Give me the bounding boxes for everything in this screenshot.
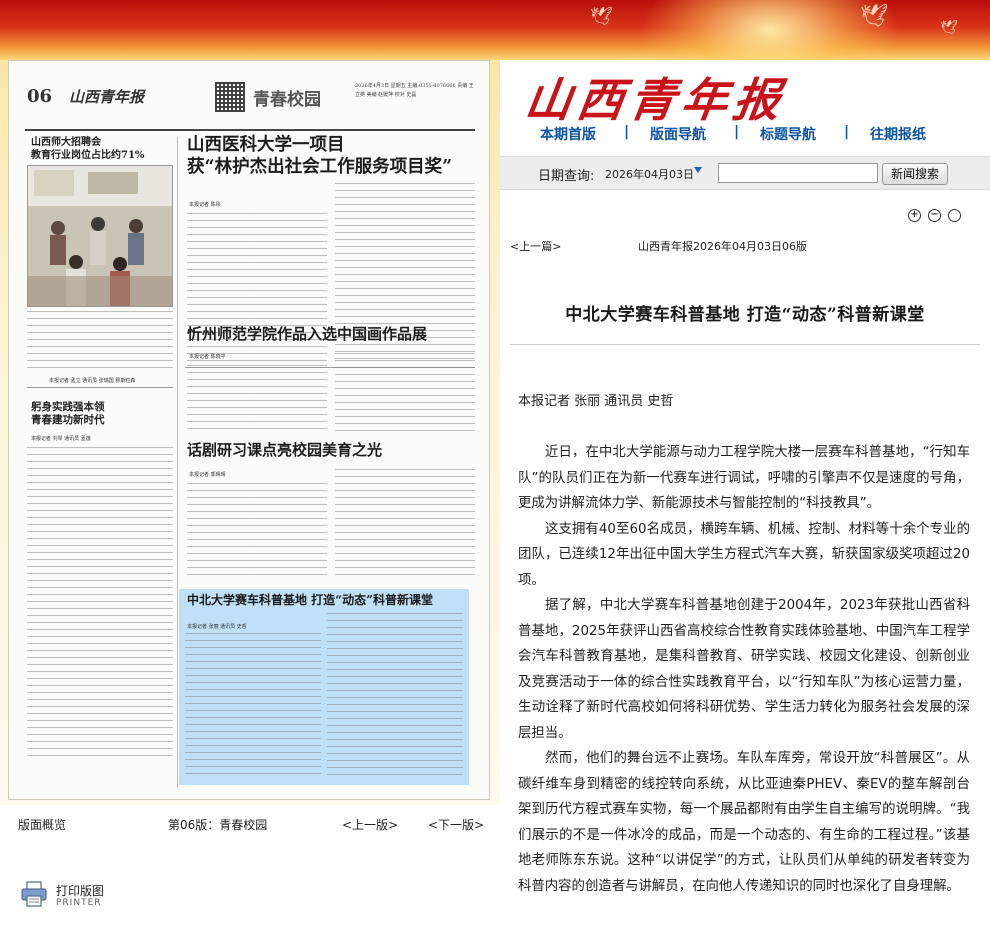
article-paragraph: 据了解，中北大学赛车科普基地创建于2004年，2023年获批山西省科普基地，20… [518, 598, 970, 741]
paper-photo-job-fair [27, 165, 173, 307]
nav-page-navigation[interactable]: 版面导航 [650, 124, 706, 144]
paper-headline-a3[interactable]: 躬身实践强本领 青春建功新时代 [31, 401, 171, 427]
article-nav: <上一篇> 山西青年报2026年04月03日06版 [500, 238, 990, 256]
paper-headline-a5[interactable]: 话剧研习课点亮校园美育之光 [187, 441, 477, 460]
divider [177, 137, 178, 787]
news-search-button[interactable]: 新闻搜索 [882, 163, 948, 185]
zoom-controls: + − [908, 209, 968, 225]
paper-byline-a3: 本报记者 刘琴 通讯员 孟莲 [31, 436, 91, 442]
qr-code-icon [215, 82, 245, 112]
zoom-in-icon[interactable]: + [908, 209, 921, 222]
paper-photo-byline: 本报记者 孟立 通讯员 张瑞国 穆斯粒森 [49, 378, 136, 384]
article-paragraph: 然而，他们的舞台远不止赛场。车队车库旁，常设开放“科普展区”。从碳纤维车身到精密… [518, 751, 970, 894]
paper-headline-a2[interactable]: 山西医科大学一项目 获“林护杰出社会工作服务项目奖” [187, 135, 477, 179]
zoom-reset-icon[interactable] [948, 209, 961, 222]
article-source-info: 山西青年报2026年04月03日06版 [638, 240, 807, 253]
date-selector[interactable]: 2026年04月03日 [605, 166, 694, 182]
paper-text-a6b [327, 613, 463, 779]
print-sublabel: PRINTER [56, 898, 102, 908]
paper-byline-a5: 本报记者 郭晴晴 [189, 472, 226, 478]
print-label: 打印版图 [56, 884, 105, 898]
paper-masthead: 06 山西青年报 青春校园 2026年4月3日 星期五 主编:0351-4076… [25, 81, 475, 131]
paper-text-a5b [335, 469, 475, 581]
paper-page-nav: 版面概览 第06版：青春校园 <上一版> <下一版> [8, 808, 490, 838]
printer-icon [21, 881, 47, 907]
paper-dateline: 2026年4月3日 星期五 主编:0351-4076666 责编 王立英 美编 … [355, 83, 474, 98]
news-search-input[interactable] [718, 163, 878, 183]
next-page-link[interactable]: <下一版> [428, 816, 484, 833]
paper-byline-a6: 本报记者 张丽 通讯员 史哲 [187, 624, 247, 630]
top-banner: 🕊 🕊 🕊 [0, 0, 990, 60]
paper-headline-a1[interactable]: 山西师大招聘会 教育行业岗位占比约71% [31, 137, 171, 162]
paper-headline-a4[interactable]: 忻州师范学院作品入选中国画作品展 [187, 325, 477, 344]
divider [27, 387, 173, 388]
paper-section-title: 青春校园 [253, 90, 321, 110]
page-overview-link[interactable]: 版面概览 [18, 816, 66, 833]
paper-text-a3 [27, 447, 173, 757]
article-byline: 本报记者 张丽 通讯员 史哲 [518, 394, 674, 409]
main-nav: 本期首版 | 版面导航 | 标题导航 | 往期报纸 [500, 120, 990, 150]
nav-separator: | [624, 124, 630, 140]
prev-page-link[interactable]: <上一版> [342, 816, 398, 833]
paper-text-a4 [187, 365, 327, 433]
nav-current-front-page[interactable]: 本期首版 [540, 124, 596, 144]
date-search-bar: 日期查询: 2026年04月03日 新闻搜索 [500, 156, 990, 190]
paper-page-number: 06 [27, 86, 53, 107]
paper-text-a5 [187, 483, 327, 581]
newspaper-page-image[interactable]: 06 山西青年报 青春校园 2026年4月3日 星期五 主编:0351-4076… [8, 60, 490, 800]
dove-icon: 🕊 [860, 4, 888, 29]
paper-text-a1 [27, 311, 173, 373]
paper-text-a6 [185, 633, 321, 779]
article-body: 近日，在中北大学能源与动力工程学院大楼一层赛车科普基地，“行知车队”的队员们正在… [518, 440, 970, 945]
nav-separator: | [844, 124, 850, 140]
nav-title-navigation[interactable]: 标题导航 [760, 124, 816, 144]
print-page-button[interactable]: 打印版图 PRINTER [18, 876, 158, 916]
divider [510, 344, 980, 345]
paper-byline-a2: 本报记者 陈彤 [189, 202, 221, 208]
paper-headline-a6[interactable]: 中北大学赛车科普基地 打造“动态”科普新课堂 [187, 593, 467, 608]
date-query-label: 日期查询: [538, 169, 595, 184]
article-title: 中北大学赛车科普基地 打造“动态”科普新课堂 [565, 305, 925, 325]
chevron-down-icon[interactable] [694, 167, 702, 173]
highlighted-article-region[interactable]: 中北大学赛车科普基地 打造“动态”科普新课堂 本报记者 张丽 通讯员 史哲 [179, 589, 469, 785]
article-paragraph: 近日，在中北大学能源与动力工程学院大楼一层赛车科普基地，“行知车队”的队员们正在… [518, 445, 970, 511]
paper-byline-a4: 本报记者 陈晓平 [189, 354, 226, 360]
prev-article-link[interactable]: <上一篇> [510, 238, 561, 254]
dove-icon: 🕊 [940, 20, 958, 36]
current-page-label: 第06版：青春校园 [168, 818, 268, 832]
article-paragraph: 这支拥有40至60名成员，横跨车辆、机械、控制、材料等十余个专业的团队，已连续1… [518, 521, 970, 588]
dove-icon: 🕊 [590, 6, 613, 27]
nav-past-issues[interactable]: 往期报纸 [870, 124, 926, 144]
nav-separator: | [734, 124, 740, 140]
site-header: 山西青年报 [500, 60, 990, 127]
paper-mini-logo: 山西青年报 [69, 88, 145, 106]
paper-text-a4b [335, 353, 475, 433]
zoom-out-icon[interactable]: − [928, 209, 941, 222]
